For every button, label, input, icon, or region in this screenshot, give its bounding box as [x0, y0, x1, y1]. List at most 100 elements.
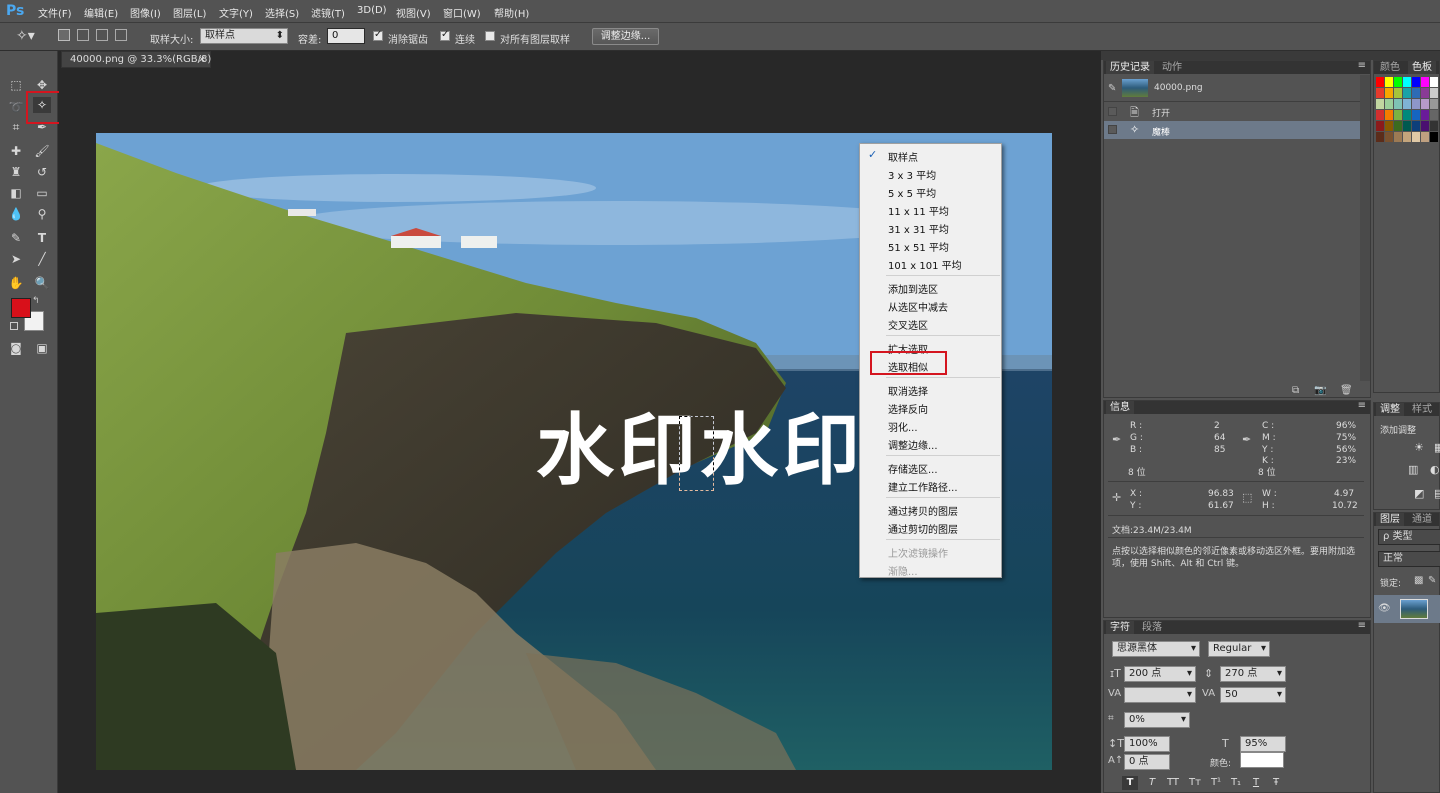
color-swatch[interactable] [1430, 99, 1438, 109]
faux-bold-button[interactable]: T [1122, 776, 1138, 790]
color-swatch[interactable] [1376, 99, 1384, 109]
tab-history[interactable]: 历史记录 [1106, 61, 1154, 74]
menu-filter[interactable]: 滤镜(T) [311, 5, 345, 20]
history-scrollbar[interactable] [1360, 75, 1370, 381]
pen-tool-icon[interactable]: ✎ [7, 230, 25, 246]
color-swatch[interactable] [1403, 132, 1411, 142]
color-swatch[interactable] [1412, 99, 1420, 109]
menu-image[interactable]: 图像(I) [130, 5, 161, 20]
swap-colors-icon[interactable]: ↰ [32, 296, 40, 306]
menu-item-inverse[interactable]: 选择反向 [888, 401, 928, 416]
color-swatch[interactable] [1394, 88, 1402, 98]
color-swatch[interactable] [1385, 121, 1393, 131]
contiguous-checkbox[interactable] [440, 29, 450, 41]
eye-icon[interactable]: 👁 [1378, 603, 1391, 614]
color-swatch[interactable] [1394, 121, 1402, 131]
gradient-tool-icon[interactable]: ▭ [33, 185, 51, 201]
all-caps-button[interactable]: TT [1164, 776, 1182, 790]
menu-3d[interactable]: 3D(D) [357, 5, 387, 16]
menu-item-deselect[interactable]: 取消选择 [888, 383, 928, 398]
color-swatch[interactable] [1376, 77, 1384, 87]
foreground-color-swatch[interactable] [11, 298, 31, 318]
tab-info[interactable]: 信息 [1106, 401, 1134, 414]
brush-tool-icon[interactable]: 🖌 [33, 143, 51, 159]
history-state-checkbox[interactable] [1108, 107, 1117, 116]
color-swatch[interactable] [1394, 110, 1402, 120]
history-state-open[interactable]: 打开 [1152, 106, 1170, 119]
color-swatch[interactable] [1394, 132, 1402, 142]
menu-item-11x11[interactable]: 11 x 11 平均 [888, 203, 949, 218]
subtract-selection-icon[interactable] [96, 29, 108, 41]
color-swatch[interactable] [1412, 121, 1420, 131]
eraser-tool-icon[interactable]: ◧ [7, 185, 25, 201]
path-select-icon[interactable]: ➤ [7, 251, 25, 267]
history-brush-source-icon[interactable]: ✎ [1108, 83, 1116, 94]
menu-item-31x31[interactable]: 31 x 31 平均 [888, 221, 949, 236]
new-selection-icon[interactable] [58, 29, 70, 41]
menu-item-3x3[interactable]: 3 x 3 平均 [888, 167, 936, 182]
menu-edit[interactable]: 编辑(E) [84, 5, 118, 20]
superscript-button[interactable]: T¹ [1208, 776, 1224, 790]
menu-help[interactable]: 帮助(H) [494, 5, 529, 20]
tab-channels[interactable]: 通道 [1408, 513, 1436, 526]
color-swatch[interactable] [1376, 110, 1384, 120]
color-swatch[interactable] [1403, 110, 1411, 120]
type-tool-icon[interactable]: T [33, 230, 51, 246]
tab-color[interactable]: 颜色 [1376, 61, 1404, 74]
add-selection-icon[interactable] [77, 29, 89, 41]
menu-item-101x101[interactable]: 101 x 101 平均 [888, 257, 962, 272]
menu-item-save-selection[interactable]: 存储选区... [888, 461, 938, 476]
dodge-tool-icon[interactable]: ⚲ [33, 206, 51, 222]
menu-type[interactable]: 文字(Y) [219, 5, 253, 20]
menu-item-layer-via-cut[interactable]: 通过剪切的图层 [888, 521, 958, 536]
hand-tool-icon[interactable]: ✋ [7, 275, 25, 291]
color-swatch[interactable] [1412, 77, 1420, 87]
history-brush-icon[interactable]: ↺ [33, 164, 51, 180]
color-swatch[interactable] [1394, 99, 1402, 109]
quick-mask-icon[interactable]: ◙ [7, 340, 25, 356]
tab-swatches[interactable]: 色板 [1408, 61, 1436, 74]
brightness-icon[interactable]: ☀ [1414, 441, 1424, 454]
color-swatch[interactable] [1376, 121, 1384, 131]
menu-item-feather[interactable]: 羽化... [888, 419, 918, 434]
menu-window[interactable]: 窗口(W) [443, 5, 481, 20]
antialias-checkbox[interactable] [373, 29, 383, 41]
lock-transparent-icon[interactable]: ▩ [1414, 575, 1423, 586]
color-swatch[interactable] [1421, 88, 1429, 98]
color-swatch[interactable] [1421, 110, 1429, 120]
tab-actions[interactable]: 动作 [1158, 61, 1186, 74]
tolerance-input[interactable]: 0 [327, 28, 365, 44]
trash-icon[interactable]: 🗑 [1340, 385, 1353, 396]
color-swatch[interactable] [1403, 77, 1411, 87]
color-swatch[interactable] [1412, 88, 1420, 98]
default-colors-icon[interactable] [10, 322, 18, 330]
menu-item-5x5[interactable]: 5 x 5 平均 [888, 185, 936, 200]
panel-menu-icon[interactable]: ≡ [1358, 620, 1366, 631]
hue-icon[interactable]: ◐ [1430, 463, 1440, 476]
subscript-button[interactable]: T₁ [1228, 776, 1244, 790]
color-swatch[interactable] [1385, 88, 1393, 98]
small-caps-button[interactable]: Tт [1186, 776, 1204, 790]
blend-mode-select[interactable]: 正常 [1378, 551, 1440, 567]
kerning-input[interactable]: ▾ [1124, 687, 1196, 703]
color-swatch[interactable] [1430, 121, 1438, 131]
strikethrough-button[interactable]: Ŧ [1268, 776, 1284, 790]
intersect-selection-icon[interactable] [115, 29, 127, 41]
color-swatch[interactable] [1394, 77, 1402, 87]
tab-paragraph[interactable]: 段落 [1138, 621, 1166, 634]
zoom-tool-icon[interactable]: 🔍 [33, 275, 51, 291]
color-swatch[interactable] [1385, 110, 1393, 120]
panel-menu-icon[interactable]: ≡ [1358, 60, 1366, 71]
swatch-grid[interactable] [1376, 77, 1440, 147]
magic-wand-preset-icon[interactable]: ✧▾ [16, 28, 35, 44]
baseline-input[interactable]: 0 点 [1124, 754, 1170, 770]
color-swatch[interactable] [1376, 132, 1384, 142]
color-swatch[interactable] [1430, 110, 1438, 120]
lasso-tool-icon[interactable]: ➰ [7, 99, 25, 115]
tab-styles[interactable]: 样式 [1408, 403, 1436, 416]
menu-item-add-selection[interactable]: 添加到选区 [888, 281, 938, 296]
font-family-select[interactable]: 思源黑体 ▾ [1112, 641, 1200, 657]
history-state-checkbox[interactable] [1108, 125, 1117, 134]
text-color-swatch[interactable] [1240, 752, 1284, 768]
history-state-selected-row[interactable] [1104, 121, 1360, 139]
